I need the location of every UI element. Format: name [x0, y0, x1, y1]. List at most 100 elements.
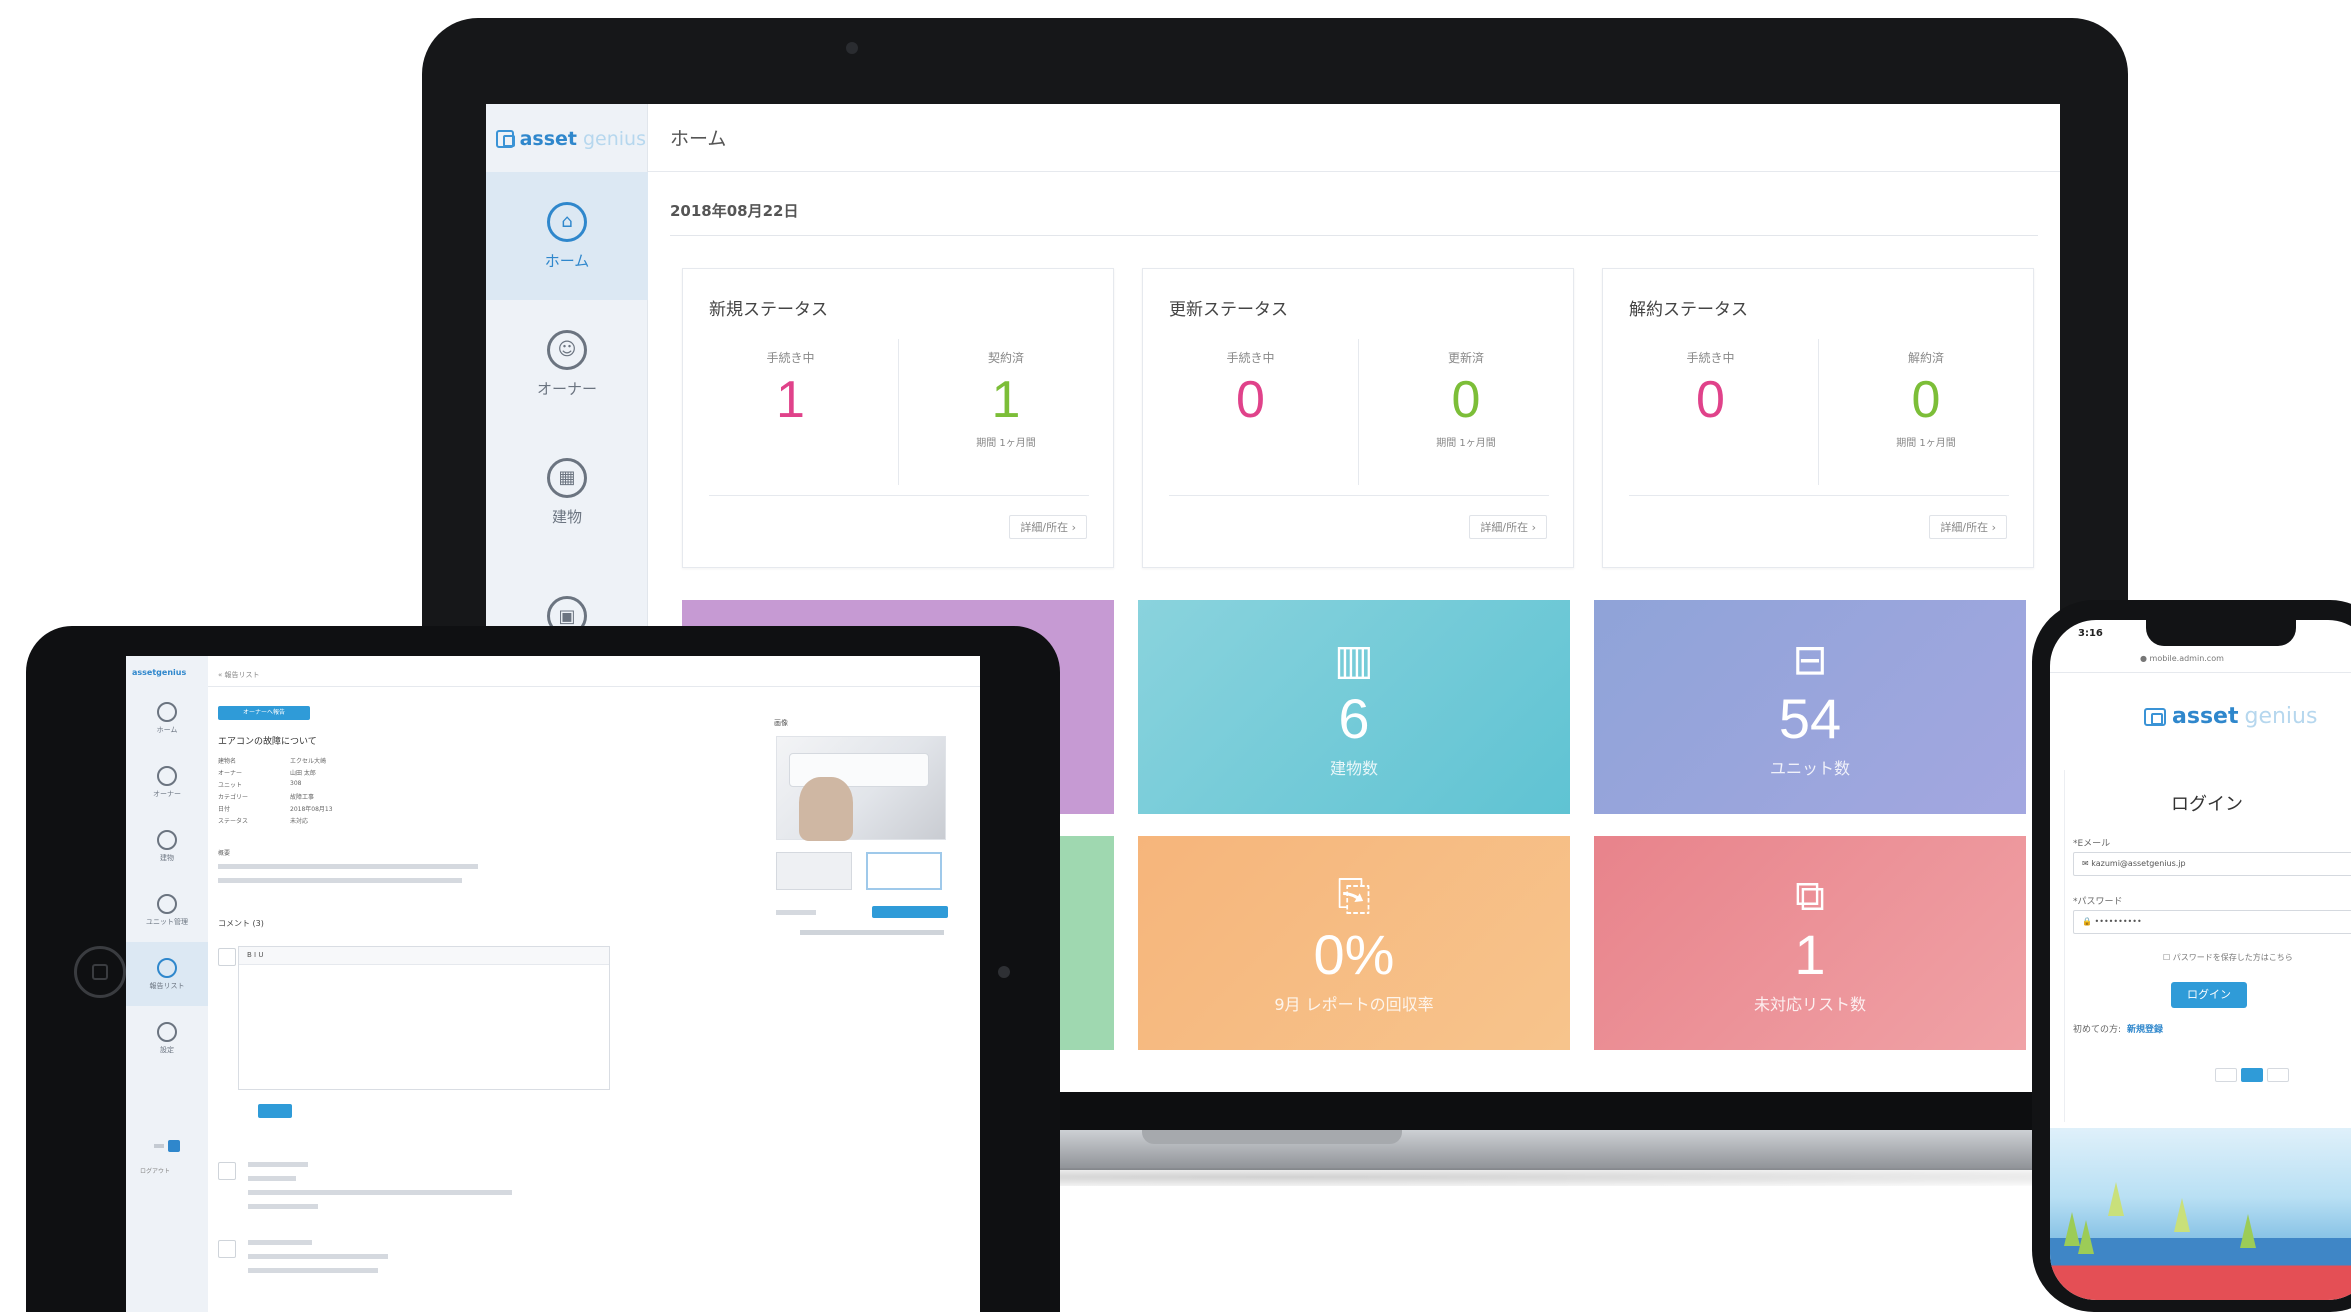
logout-link[interactable]: ログアウト [140, 1166, 170, 1175]
report-heading: エアコンの故障について [218, 737, 317, 747]
meta-key: 建物名 [218, 758, 237, 765]
home-button-icon[interactable] [74, 946, 126, 998]
upload-button[interactable] [872, 906, 948, 918]
owner-icon: ☺ [547, 329, 587, 370]
tablet-nav-label: ユニット管理 [146, 917, 188, 926]
landscape-illustration [2050, 1128, 2351, 1300]
email-field[interactable]: ✉ kazumi@assetgenius.jp [2073, 852, 2351, 876]
tablet-nav-label: 建物 [160, 853, 174, 862]
phone-notch [2146, 620, 2296, 646]
signup-prefix: 初めての方: [2073, 1025, 2122, 1035]
app-logo[interactable]: asset genius [496, 124, 646, 154]
meta-value: 未対応 [290, 818, 309, 825]
password-field[interactable]: 🔒 •••••••••• [2073, 910, 2351, 934]
status-col-label: 手続き中 [766, 351, 815, 365]
alert-list-icon: ⧉ [1795, 871, 1825, 920]
avatar [218, 1240, 236, 1258]
report-photo[interactable] [776, 736, 946, 841]
pdf-thumbnail[interactable] [866, 852, 942, 890]
meta-key: ユニット [218, 782, 243, 789]
status-detail-link[interactable]: 詳細/所在 › [1929, 515, 2007, 539]
tile-label: 9月 レポートの回収率 [1274, 995, 1434, 1014]
status-col-label: 解約済 [1907, 351, 1944, 365]
bed-icon: ⊟ [1792, 635, 1828, 684]
lang-en-button[interactable] [2215, 1068, 2237, 1082]
meta-key: オーナー [218, 770, 243, 777]
tablet-logo[interactable]: assetgenius [132, 668, 186, 677]
language-toggle[interactable] [154, 1140, 180, 1152]
attachment-file[interactable] [800, 930, 944, 935]
status-period: 期間 1ヶ月間 [1436, 438, 1496, 449]
hand-remote-image [799, 777, 853, 841]
logo-text-light: genius [2244, 704, 2318, 729]
app-header: ホーム [648, 104, 2060, 172]
lang-cn-button[interactable] [2267, 1068, 2289, 1082]
signup-link[interactable]: 新規登録 [2127, 1025, 2163, 1035]
status-done: 更新済 0 期間 1ヶ月間 [1358, 339, 1573, 485]
status-period: 期間 1ヶ月間 [976, 438, 1036, 449]
tree-illustration [2240, 1214, 2256, 1248]
status-detail-link[interactable]: 詳細/所在 › [1469, 515, 1547, 539]
report-to-owner-button[interactable]: オーナーへ報告 [218, 706, 310, 720]
tile-building-count[interactable]: ▥ 6 建物数 [1138, 600, 1570, 814]
tablet-nav-reports[interactable]: 報告リスト [126, 942, 208, 1006]
divider [709, 495, 1089, 496]
divider [1169, 495, 1549, 496]
tablet-nav-home[interactable]: ホーム [126, 686, 208, 750]
sidebar-item-owner[interactable]: ☺ オーナー [486, 300, 648, 428]
tablet-nav-label: オーナー [153, 789, 181, 798]
comment-submit-button[interactable] [258, 1104, 292, 1118]
breadcrumb[interactable]: « 報告リスト [218, 670, 260, 680]
signup-row: 初めての方: 新規登録 [2073, 1022, 2163, 1035]
home-icon: ⌂ [547, 201, 587, 242]
tile-unhandled-list[interactable]: ⧉ 1 未対応リスト数 [1594, 836, 2026, 1050]
tablet-nav-building[interactable]: 建物 [126, 814, 208, 878]
address-bar[interactable]: ● mobile.admin.com [2140, 654, 2224, 663]
status-col-label: 更新済 [1447, 351, 1484, 365]
photo-thumbnail[interactable] [776, 852, 852, 890]
tablet-screen: assetgenius ホーム オーナー 建物 ユニット管理 報告リスト 設定 … [126, 656, 980, 1312]
tile-unit-count[interactable]: ⊟ 54 ユニット数 [1594, 600, 2026, 814]
sidebar-item-building[interactable]: ▦ 建物 [486, 428, 648, 556]
status-col-label: 手続き中 [1686, 351, 1735, 365]
status-count: 1 [776, 371, 805, 429]
login-button[interactable]: ログイン [2171, 982, 2247, 1008]
tablet-nav-owner[interactable]: オーナー [126, 750, 208, 814]
status-count: 0 [1911, 371, 1941, 429]
tree-illustration [2108, 1182, 2124, 1216]
home-icon [157, 701, 177, 722]
report-icon: ⎘ [1337, 871, 1371, 920]
tablet-nav-label: 設定 [160, 1045, 174, 1054]
attachment-label [776, 910, 816, 915]
tile-value: 6 [1338, 687, 1370, 750]
tablet-nav-unit[interactable]: ユニット管理 [126, 878, 208, 942]
tile-report-rate[interactable]: ⎘ 0% 9月 レポートの回収率 [1138, 836, 1570, 1050]
body-text-line [218, 864, 478, 869]
avatar [218, 1162, 236, 1180]
divider [208, 686, 980, 687]
building-icon: ▥ [1334, 635, 1374, 684]
editor-toolbar[interactable]: B I U [239, 947, 609, 965]
remember-password-checkbox[interactable]: ☐ パスワードを保存した方はこちら [2163, 952, 2293, 963]
status-col-label: 手続き中 [1226, 351, 1275, 365]
comment-editor[interactable]: B I U [238, 946, 610, 1090]
tile-label: ユニット数 [1769, 759, 1850, 778]
meta-row: 日付 2018年08月13 [218, 804, 478, 814]
status-card-renewal: 更新ステータス 手続き中 0 更新済 0 期間 1ヶ月間 詳細/所在 › [1142, 268, 1574, 568]
tablet-nav-settings[interactable]: 設定 [126, 1006, 208, 1070]
status-card-title: 更新ステータス [1169, 300, 1288, 320]
sidebar-item-label: オーナー [536, 379, 597, 398]
comment-count: コメント (3) [218, 919, 264, 928]
status-detail-link[interactable]: 詳細/所在 › [1009, 515, 1087, 539]
status-card-title: 解約ステータス [1629, 300, 1748, 320]
gear-icon [157, 1021, 177, 1042]
sidebar-item-home[interactable]: ⌂ ホーム [486, 172, 648, 300]
comment-text-line [248, 1268, 378, 1273]
meta-row: オーナー 山田 太郎 [218, 768, 478, 778]
page-title: ホーム [670, 128, 727, 150]
status-period: 期間 1ヶ月間 [1896, 438, 1956, 449]
status-time: 3:16 [2078, 628, 2103, 639]
lang-jp-button[interactable] [2241, 1068, 2263, 1082]
phone-frame: 3:16 ● mobile.admin.com asset genius ログイン… [2032, 600, 2351, 1312]
status-in-progress: 手続き中 0 [1603, 339, 1818, 485]
